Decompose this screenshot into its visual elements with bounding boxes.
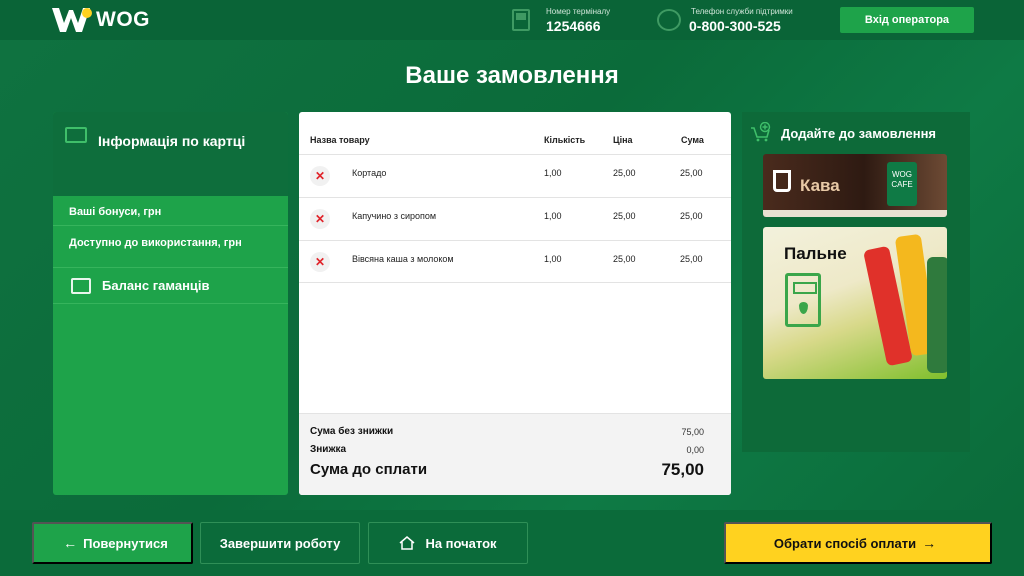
item-price: 25,00 xyxy=(613,211,636,221)
item-name: Капучино з сиропом xyxy=(352,211,437,221)
addons-title: Додайте до замовлення xyxy=(781,126,937,141)
subtotal-label: Сума без знижки xyxy=(310,426,394,437)
column-header-price: Ціна xyxy=(613,135,633,145)
order-totals: Сума без знижки 75,00 Знижка 0,00 Сума д… xyxy=(299,413,731,495)
fuel-pump-icon xyxy=(785,273,821,327)
card-info-header: Інформація по картці xyxy=(53,112,288,196)
remove-item-button[interactable]: ✕ xyxy=(310,166,330,186)
home-icon xyxy=(399,536,415,550)
wallet-balance-label: Баланс гаманців xyxy=(102,278,210,293)
logo-text: WOG xyxy=(96,8,150,31)
arrow-right-icon: → xyxy=(922,535,937,551)
fuel-nozzle-image xyxy=(927,257,947,373)
top-bar: WOG Номер терміналу 1254666 Телефон служ… xyxy=(0,0,1024,40)
card-info-panel: Інформація по картці Ваші бонуси, грн До… xyxy=(53,112,288,495)
terminal-number: 1254666 xyxy=(546,18,601,34)
total-value: 75,00 xyxy=(661,460,704,479)
table-row: ✕ Капучино з сиропом 1,00 25,00 25,00 xyxy=(299,197,731,240)
terminal-label: Номер терміналу xyxy=(546,7,611,16)
operator-login-button[interactable]: Вхід оператора xyxy=(840,7,974,33)
discount-label: Знижка xyxy=(310,444,347,455)
finish-label: Завершити роботу xyxy=(219,535,341,551)
wallet-icon xyxy=(71,277,91,294)
item-price: 25,00 xyxy=(613,254,636,264)
item-qty: 1,00 xyxy=(544,211,562,221)
page-title: Ваше замовлення xyxy=(405,62,619,89)
item-qty: 1,00 xyxy=(544,168,562,178)
remove-item-button[interactable]: ✕ xyxy=(310,209,330,229)
addons-panel: Додайте до замовлення Кава WOG CAFE Паль… xyxy=(742,112,970,452)
pay-label: Обрати спосіб оплати xyxy=(773,535,917,551)
subtotal-value: 75,00 xyxy=(681,427,704,437)
item-price: 25,00 xyxy=(613,168,636,178)
available-label: Доступно до використання, грн xyxy=(53,226,288,268)
coffee-label: Кава xyxy=(800,176,840,195)
coffee-cup-icon xyxy=(773,170,791,192)
footer-bar: ← Повернутися Завершити роботу На почато… xyxy=(0,510,1024,576)
cart-add-icon xyxy=(751,122,771,142)
column-header-qty: Кількість xyxy=(544,135,586,145)
home-button[interactable]: На початок xyxy=(368,522,528,564)
total-label: Сума до сплати xyxy=(310,461,428,478)
fuel-tile[interactable]: Пальне xyxy=(763,227,947,379)
discount-value: 0,00 xyxy=(686,445,704,455)
item-name: Вівсяна каша з молоком xyxy=(352,254,454,264)
column-header-name: Назва товару xyxy=(310,135,370,145)
wog-cafe-cup: WOG CAFE xyxy=(887,162,917,206)
back-button[interactable]: ← Повернутися xyxy=(32,522,193,564)
fuel-label: Пальне xyxy=(784,244,847,263)
back-label: Повернутися xyxy=(83,535,168,551)
column-header-sum: Сума xyxy=(681,135,704,145)
wog-logo: WOG xyxy=(50,6,150,34)
order-table: Назва товару Кількість Ціна Сума ✕ Корта… xyxy=(299,112,731,495)
item-qty: 1,00 xyxy=(544,254,562,264)
bonuses-label: Ваші бонуси, грн xyxy=(53,196,288,226)
support-phone: 0-800-300-525 xyxy=(689,18,781,34)
card-icon xyxy=(65,127,87,143)
coffee-tile[interactable]: Кава WOG CAFE xyxy=(763,154,947,217)
terminal-icon xyxy=(512,9,530,31)
item-name: Кортадо xyxy=(352,168,387,178)
arrow-left-icon: ← xyxy=(63,535,78,551)
item-sum: 25,00 xyxy=(680,254,703,264)
table-row: ✕ Кортадо 1,00 25,00 25,00 xyxy=(299,154,731,197)
card-info-title: Інформація по картці xyxy=(98,133,246,149)
support-label: Телефон служби підтримки xyxy=(691,7,793,16)
item-sum: 25,00 xyxy=(680,168,703,178)
home-label: На початок xyxy=(425,535,497,551)
item-sum: 25,00 xyxy=(680,211,703,221)
wallet-balance-row[interactable]: Баланс гаманців xyxy=(53,268,288,304)
choose-payment-button[interactable]: Обрати спосіб оплати → xyxy=(724,522,992,564)
wog-logo-icon xyxy=(52,8,92,32)
table-row: ✕ Вівсяна каша з молоком 1,00 25,00 25,0… xyxy=(299,240,731,283)
finish-work-button[interactable]: Завершити роботу xyxy=(200,522,360,564)
remove-item-button[interactable]: ✕ xyxy=(310,252,330,272)
phone-icon xyxy=(657,9,681,31)
